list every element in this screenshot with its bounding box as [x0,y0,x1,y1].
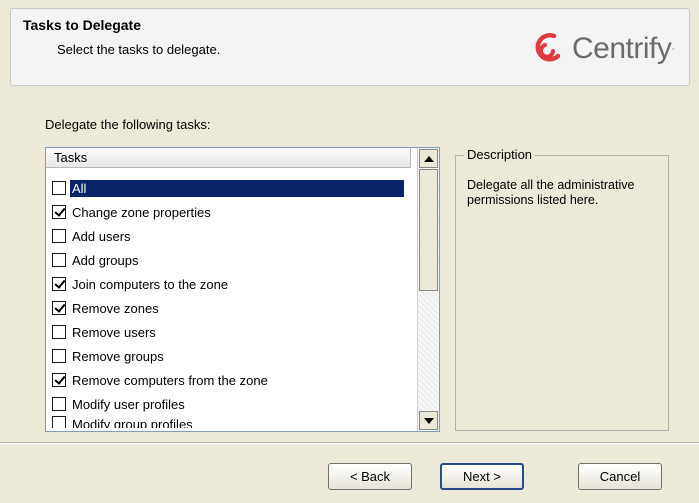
list-item[interactable]: Change zone properties [52,200,412,224]
page-subtitle: Select the tasks to delegate. [57,42,221,57]
page-title: Tasks to Delegate [23,17,142,33]
tasks-listbox[interactable]: Tasks All Change zone properties Add use… [45,147,440,432]
task-checkbox[interactable] [52,205,66,219]
list-item[interactable]: Modify user profiles [52,392,412,416]
tasks-column-header[interactable]: Tasks [46,148,411,168]
task-checkbox[interactable] [52,229,66,243]
list-item[interactable]: Remove groups [52,344,412,368]
task-label: Join computers to the zone [72,276,229,292]
description-legend: Description [464,147,536,162]
task-checkbox[interactable] [52,373,66,387]
task-label: Remove users [72,324,156,340]
list-item[interactable]: Join computers to the zone [52,272,412,296]
list-item[interactable]: Add users [52,224,412,248]
task-checkbox[interactable] [52,181,66,195]
scroll-thumb[interactable] [419,169,438,291]
task-label: Remove computers from the zone [72,372,268,388]
task-label: Add users [72,228,131,244]
wizard-dialog: Tasks to Delegate Select the tasks to de… [0,0,699,503]
scroll-up-button[interactable] [419,149,438,168]
task-checkbox[interactable] [52,397,66,411]
description-groupbox: Description Delegate all the administrat… [455,147,669,431]
cancel-button[interactable]: Cancel [578,463,662,490]
vertical-scrollbar[interactable] [417,148,439,431]
logo-mark: · [671,43,675,55]
task-label: All [70,179,404,197]
instruction-label: Delegate the following tasks: [45,117,211,132]
footer-divider [0,442,699,444]
task-checkbox[interactable] [52,325,66,339]
tasks-list: All Change zone properties Add users Add… [52,176,412,428]
arrow-down-icon [423,417,434,424]
task-checkbox[interactable] [52,301,66,315]
list-item[interactable]: Modify group profiles [52,416,412,428]
back-button[interactable]: < Back [328,463,412,490]
task-label: Remove groups [72,348,164,364]
task-label: Modify user profiles [72,396,185,412]
arrow-up-icon [423,155,434,162]
task-checkbox[interactable] [52,416,66,428]
list-item[interactable]: Remove zones [52,296,412,320]
task-checkbox[interactable] [52,277,66,291]
scroll-down-button[interactable] [419,411,438,430]
task-label: Add groups [72,252,139,268]
list-item[interactable]: Remove computers from the zone [52,368,412,392]
task-checkbox[interactable] [52,349,66,363]
wizard-header: Tasks to Delegate Select the tasks to de… [10,8,690,86]
logo-text: Centrify [571,32,672,65]
description-text: Delegate all the administrative permissi… [467,178,635,207]
task-label: Modify group profiles [72,417,193,428]
list-item[interactable]: All [52,176,412,200]
centrify-logo: Centrify · [532,29,675,69]
list-item[interactable]: Remove users [52,320,412,344]
task-checkbox[interactable] [52,253,66,267]
next-button[interactable]: Next > [440,463,524,490]
task-label: Remove zones [72,300,159,316]
centrify-logo-icon [535,33,561,62]
list-item[interactable]: Add groups [52,248,412,272]
task-label: Change zone properties [72,204,211,220]
